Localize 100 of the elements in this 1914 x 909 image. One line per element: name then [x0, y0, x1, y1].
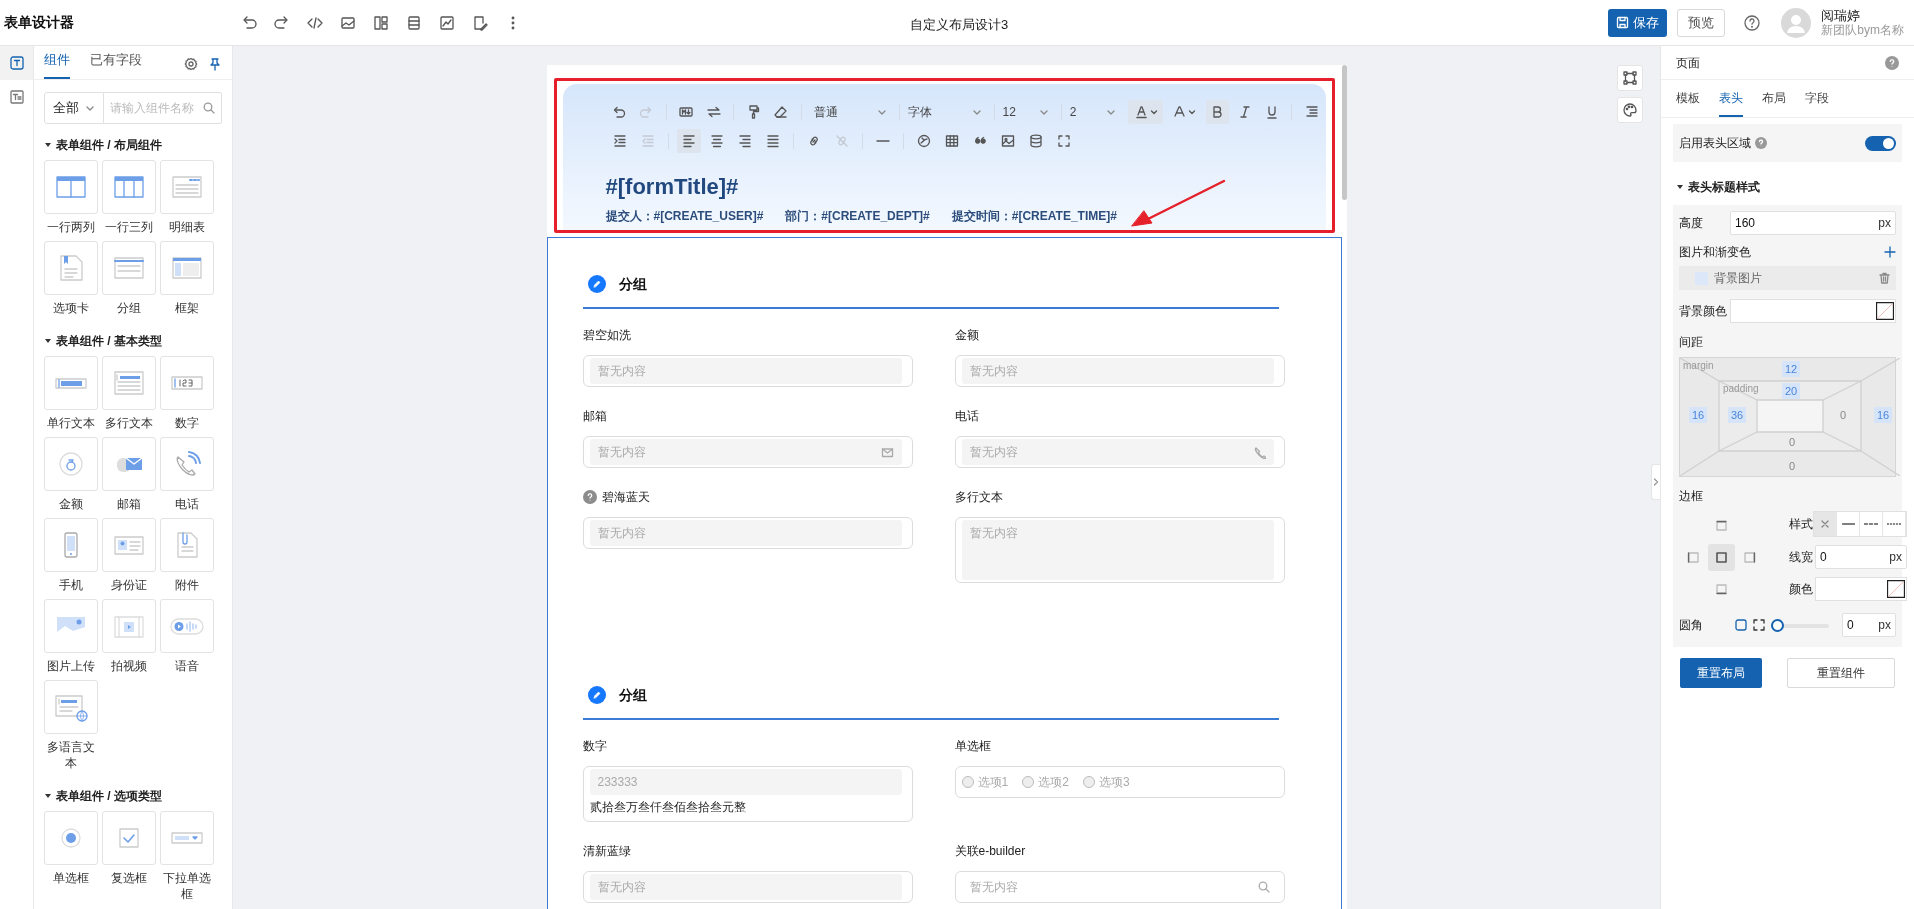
- text-icon: [8, 55, 25, 71]
- panel-tab[interactable]: 组件: [44, 49, 70, 79]
- caret-down-icon[interactable]: [44, 792, 52, 800]
- radio-button[interactable]: [961, 776, 974, 788]
- reset-components-button[interactable]: 重置组件: [1787, 658, 1895, 688]
- pencil-icon: [587, 275, 606, 293]
- spacing-value[interactable]: 12: [1782, 361, 1801, 377]
- database-icon[interactable]: [405, 13, 423, 32]
- collapse-handle[interactable]: [1651, 464, 1660, 500]
- bold-button[interactable]: [1205, 100, 1229, 124]
- help-icon[interactable]: [1743, 13, 1762, 32]
- text-list-icon: [8, 89, 25, 105]
- category-select[interactable]: 全部: [44, 92, 104, 124]
- component-tile[interactable]: [160, 811, 214, 865]
- border-style-selector[interactable]: [1813, 511, 1907, 537]
- settings-tab[interactable]: 表头: [1719, 89, 1743, 117]
- component-tile[interactable]: [160, 599, 214, 653]
- component-tile[interactable]: [102, 241, 156, 295]
- component-tile[interactable]: [44, 437, 98, 491]
- align-left-icon: [680, 133, 697, 149]
- radio-button[interactable]: [1082, 776, 1095, 788]
- spacing-value[interactable]: 20: [1782, 383, 1801, 399]
- component-tile[interactable]: [44, 160, 98, 214]
- slider-thumb[interactable]: [1771, 618, 1784, 632]
- save-icon: [1616, 16, 1630, 29]
- tile-label: 手机: [58, 577, 84, 593]
- user-name: 阅瑞婷: [1821, 7, 1862, 23]
- radio-button[interactable]: [1022, 776, 1035, 788]
- settings-tab[interactable]: 布局: [1762, 89, 1786, 117]
- component-tile[interactable]: [160, 241, 214, 295]
- spacing-value[interactable]: 0: [1786, 434, 1799, 450]
- component-tile[interactable]: [102, 811, 156, 865]
- toolbar-dropdown[interactable]: 2: [1063, 99, 1123, 125]
- rounded-square-icon[interactable]: [1735, 619, 1747, 631]
- component-tab[interactable]: [0, 46, 33, 80]
- spacing-value[interactable]: 36: [1728, 407, 1747, 423]
- radius-field[interactable]: 0 px: [1842, 613, 1896, 637]
- border-width-field[interactable]: 0 px: [1815, 545, 1907, 569]
- spacing-value[interactable]: 0: [1837, 407, 1850, 423]
- toolbar-dropdown[interactable]: 字体: [902, 99, 988, 125]
- layout-icon[interactable]: [372, 13, 390, 32]
- caret-down-icon[interactable]: [1676, 183, 1684, 191]
- component-tile[interactable]: [160, 356, 214, 410]
- spacing-value[interactable]: 0: [1786, 458, 1799, 474]
- database-icon: [1027, 133, 1044, 149]
- height-field[interactable]: 160 px: [1730, 211, 1896, 235]
- component-tile[interactable]: [44, 811, 98, 865]
- caret-down-icon[interactable]: [44, 337, 52, 345]
- help-icon[interactable]: [1885, 55, 1899, 70]
- component-tile[interactable]: [102, 437, 156, 491]
- pin-icon[interactable]: [208, 57, 222, 71]
- slider-track[interactable]: [1771, 618, 1829, 632]
- field-label: 金额: [954, 327, 979, 344]
- component-tile[interactable]: [44, 241, 98, 295]
- team-name: 新团队bym名称: [1821, 22, 1904, 38]
- component-tile[interactable]: [44, 680, 98, 734]
- field-label: 邮箱: [582, 408, 607, 425]
- component-tile[interactable]: [102, 160, 156, 214]
- component-tile[interactable]: [102, 356, 156, 410]
- tile-label: 框架: [174, 300, 200, 316]
- preview-button[interactable]: 预览: [1677, 8, 1726, 37]
- color-field[interactable]: [1730, 299, 1896, 323]
- component-tile[interactable]: [44, 356, 98, 410]
- border-side-button[interactable]: [1707, 543, 1735, 571]
- number-field[interactable]: 233333 贰拾叁万叁仟叁佰叁拾叁元整: [582, 766, 913, 822]
- field-label: 线宽: [1788, 549, 1813, 566]
- edit-icon[interactable]: [471, 13, 489, 32]
- spacing-value[interactable]: 16: [1874, 407, 1893, 423]
- align-left-button[interactable]: [676, 129, 701, 153]
- theme-button[interactable]: [1617, 97, 1643, 123]
- caret-down-icon[interactable]: [44, 141, 52, 149]
- reset-layout-button[interactable]: 重置布局: [1680, 658, 1762, 688]
- swap-icon: [705, 104, 722, 120]
- background-layer[interactable]: 背景图片: [1679, 266, 1896, 290]
- horizontal-rule-icon: [875, 140, 890, 142]
- component-tile[interactable]: [44, 599, 98, 653]
- toolbar-dropdown[interactable]: 普通: [807, 99, 894, 125]
- toggle-switch[interactable]: [1865, 135, 1896, 151]
- padding-label: padding: [1723, 382, 1759, 396]
- canvas-tool-button[interactable]: [1617, 65, 1643, 91]
- color-field[interactable]: [1815, 577, 1907, 601]
- plus-icon[interactable]: [1884, 246, 1896, 258]
- toolbar-dropdown[interactable]: 12: [996, 99, 1055, 125]
- settings-tab[interactable]: 字段: [1805, 89, 1829, 117]
- line-style-icon: [1841, 523, 1855, 525]
- panel-tab[interactable]: 已有字段: [90, 49, 142, 79]
- spacing-value[interactable]: 16: [1689, 407, 1708, 423]
- corners-icon[interactable]: [1753, 619, 1765, 631]
- component-tile[interactable]: [160, 518, 214, 572]
- component-tile[interactable]: [44, 518, 98, 572]
- settings-tab[interactable]: 模板: [1676, 89, 1700, 117]
- component-tile[interactable]: [102, 518, 156, 572]
- save-button[interactable]: 保存: [1608, 8, 1668, 37]
- scrollbar-thumb[interactable]: [1341, 65, 1347, 200]
- settings-icon[interactable]: [184, 57, 198, 71]
- component-tile[interactable]: [160, 160, 214, 214]
- font-color-button[interactable]: [1128, 100, 1163, 124]
- component-tile[interactable]: [160, 437, 214, 491]
- chart-icon[interactable]: [438, 13, 456, 32]
- component-tile[interactable]: [102, 599, 156, 653]
